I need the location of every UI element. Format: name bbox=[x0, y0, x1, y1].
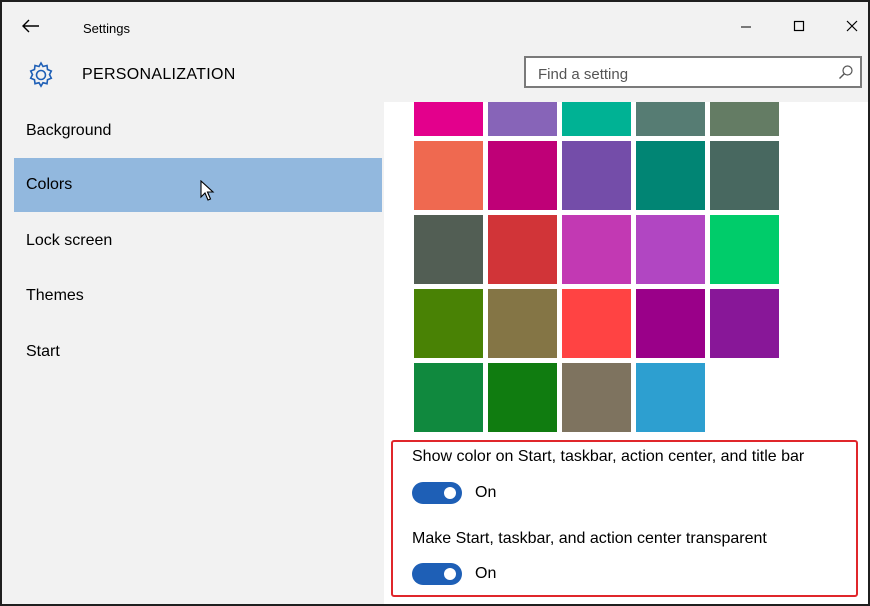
sidebar-item-label: Background bbox=[26, 122, 112, 139]
settings-window: Settings PERSONALIZATION Find a setting … bbox=[0, 0, 870, 606]
color-swatch[interactable] bbox=[636, 102, 705, 136]
color-swatch[interactable] bbox=[710, 215, 779, 284]
sidebar-item-start[interactable]: Start bbox=[14, 325, 382, 379]
show-color-state: On bbox=[475, 484, 497, 501]
mouse-cursor-icon bbox=[200, 180, 215, 201]
color-swatch[interactable] bbox=[414, 215, 483, 284]
search-box[interactable] bbox=[524, 56, 862, 88]
close-icon bbox=[846, 20, 858, 32]
color-swatch[interactable] bbox=[488, 289, 557, 358]
sidebar-item-label: Themes bbox=[26, 287, 84, 304]
color-swatch[interactable] bbox=[636, 363, 705, 432]
color-swatch[interactable] bbox=[488, 102, 557, 136]
color-swatch[interactable] bbox=[414, 363, 483, 432]
sidebar-item-themes[interactable]: Themes bbox=[14, 269, 382, 323]
close-button[interactable] bbox=[834, 12, 868, 40]
minimize-icon bbox=[741, 26, 751, 28]
color-swatch[interactable] bbox=[488, 141, 557, 210]
sidebar-item-label: Start bbox=[26, 343, 60, 360]
minimize-button[interactable] bbox=[728, 12, 764, 40]
maximize-button[interactable] bbox=[781, 12, 817, 40]
section-title: PERSONALIZATION bbox=[82, 66, 236, 83]
color-swatch[interactable] bbox=[562, 289, 631, 358]
sidebar-item-label: Colors bbox=[26, 176, 73, 193]
color-swatch[interactable] bbox=[636, 141, 705, 210]
sidebar-item-label: Lock screen bbox=[26, 232, 113, 249]
sidebar: Background Colors Lock screen Themes Sta… bbox=[2, 102, 384, 604]
gear-icon bbox=[29, 61, 53, 88]
color-swatch[interactable] bbox=[414, 289, 483, 358]
color-swatch[interactable] bbox=[414, 141, 483, 210]
transparent-label: Make Start, taskbar, and action center t… bbox=[412, 530, 767, 547]
color-swatch[interactable] bbox=[562, 363, 631, 432]
back-arrow-icon bbox=[22, 19, 39, 33]
show-color-label: Show color on Start, taskbar, action cen… bbox=[412, 448, 805, 465]
search-input[interactable] bbox=[536, 62, 820, 86]
color-swatch[interactable] bbox=[414, 102, 483, 136]
window-title: Settings bbox=[83, 21, 130, 36]
sidebar-item-colors[interactable]: Colors bbox=[14, 158, 382, 212]
maximize-icon bbox=[793, 20, 805, 32]
sidebar-item-lock-screen[interactable]: Lock screen bbox=[14, 214, 382, 268]
search-icon[interactable] bbox=[838, 64, 854, 80]
sidebar-item-background[interactable]: Background bbox=[14, 104, 382, 158]
color-swatch[interactable] bbox=[488, 215, 557, 284]
title-bar: Settings bbox=[2, 2, 868, 50]
color-swatch[interactable] bbox=[710, 141, 779, 210]
page-header: PERSONALIZATION bbox=[2, 50, 868, 102]
color-swatch[interactable] bbox=[562, 102, 631, 136]
toggle-knob bbox=[444, 568, 456, 580]
toggle-knob bbox=[444, 487, 456, 499]
show-color-toggle[interactable] bbox=[412, 482, 462, 504]
color-swatch[interactable] bbox=[488, 363, 557, 432]
transparent-state: On bbox=[475, 565, 497, 582]
back-button[interactable] bbox=[18, 16, 44, 36]
color-swatch[interactable] bbox=[562, 141, 631, 210]
color-swatch[interactable] bbox=[710, 289, 779, 358]
color-swatch[interactable] bbox=[710, 102, 779, 136]
color-swatch[interactable] bbox=[562, 215, 631, 284]
color-swatch[interactable] bbox=[636, 215, 705, 284]
transparent-toggle[interactable] bbox=[412, 563, 462, 585]
color-swatch[interactable] bbox=[636, 289, 705, 358]
